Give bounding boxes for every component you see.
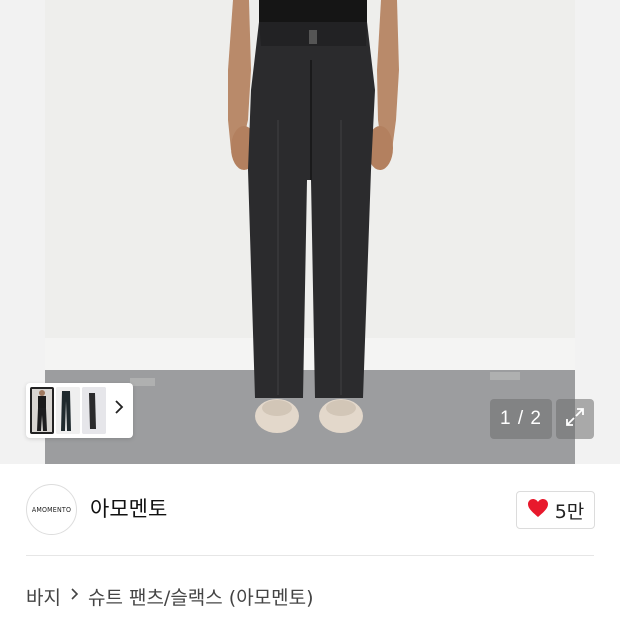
thumb-pants-dark[interactable] [56,387,80,434]
thumb-model-front[interactable] [30,387,54,434]
expand-button[interactable] [556,399,594,439]
heart-icon [527,498,549,522]
thumb-pants-side-image [82,387,106,434]
like-button[interactable]: 5만 [516,491,595,529]
chevron-right-icon[interactable] [111,398,127,422]
breadcrumb-category[interactable]: 바지 [26,583,61,610]
divider [26,555,594,556]
thumbnail-strip [26,383,133,438]
brand-name[interactable]: 아모멘토 [90,494,167,524]
expand-icon [564,406,586,432]
brand-logo[interactable]: AMOMENTO [26,484,77,535]
image-counter: 1 / 2 [490,399,552,439]
thumb-pants-dark-image [56,387,80,434]
product-gallery[interactable]: 1 / 2 [0,0,620,464]
breadcrumb: 바지 슈트 팬츠/슬랙스 (아모멘토) [26,580,314,612]
brand-row: AMOMENTO 아모멘토 5만 [0,464,620,555]
chevron-right-icon [70,586,79,606]
thumb-model-front-image [30,387,54,434]
like-count: 5만 [554,500,585,523]
brand-logo-text: AMOMENTO [31,505,72,514]
thumb-pants-side[interactable] [82,387,106,434]
breadcrumb-subcategory[interactable]: 슈트 팬츠/슬랙스 (아모멘토) [88,583,314,610]
